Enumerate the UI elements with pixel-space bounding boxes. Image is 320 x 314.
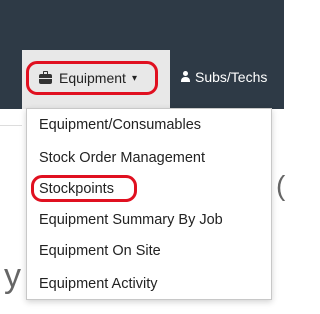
background-partial-heading: y (4, 257, 21, 295)
subs-techs-label: Subs/Techs (195, 69, 268, 85)
menu-item-equipment-summary-by-job[interactable]: Equipment Summary By Job (39, 211, 223, 229)
subs-techs-menu-button[interactable]: Subs/Techs (180, 69, 267, 85)
briefcase-icon (39, 71, 52, 84)
chevron-down-icon: ▾ (131, 72, 137, 84)
equipment-dropdown-menu: Equipment/Consumables Stock Order Manage… (26, 108, 272, 300)
user-icon (180, 71, 190, 83)
background-divider (0, 125, 22, 126)
menu-item-equipment-activity[interactable]: Equipment Activity (39, 275, 157, 293)
menu-item-stock-order-management[interactable]: Stock Order Management (39, 149, 205, 167)
menu-item-equipment-on-site[interactable]: Equipment On Site (39, 242, 161, 260)
equipment-menu-label: Equipment (59, 70, 126, 86)
background-partial-text: ( (276, 170, 286, 201)
stockpoints-highlight (31, 175, 137, 202)
equipment-menu-button[interactable]: Equipment ▾ (26, 61, 158, 95)
menu-item-equipment-consumables[interactable]: Equipment/Consumables (39, 116, 201, 134)
